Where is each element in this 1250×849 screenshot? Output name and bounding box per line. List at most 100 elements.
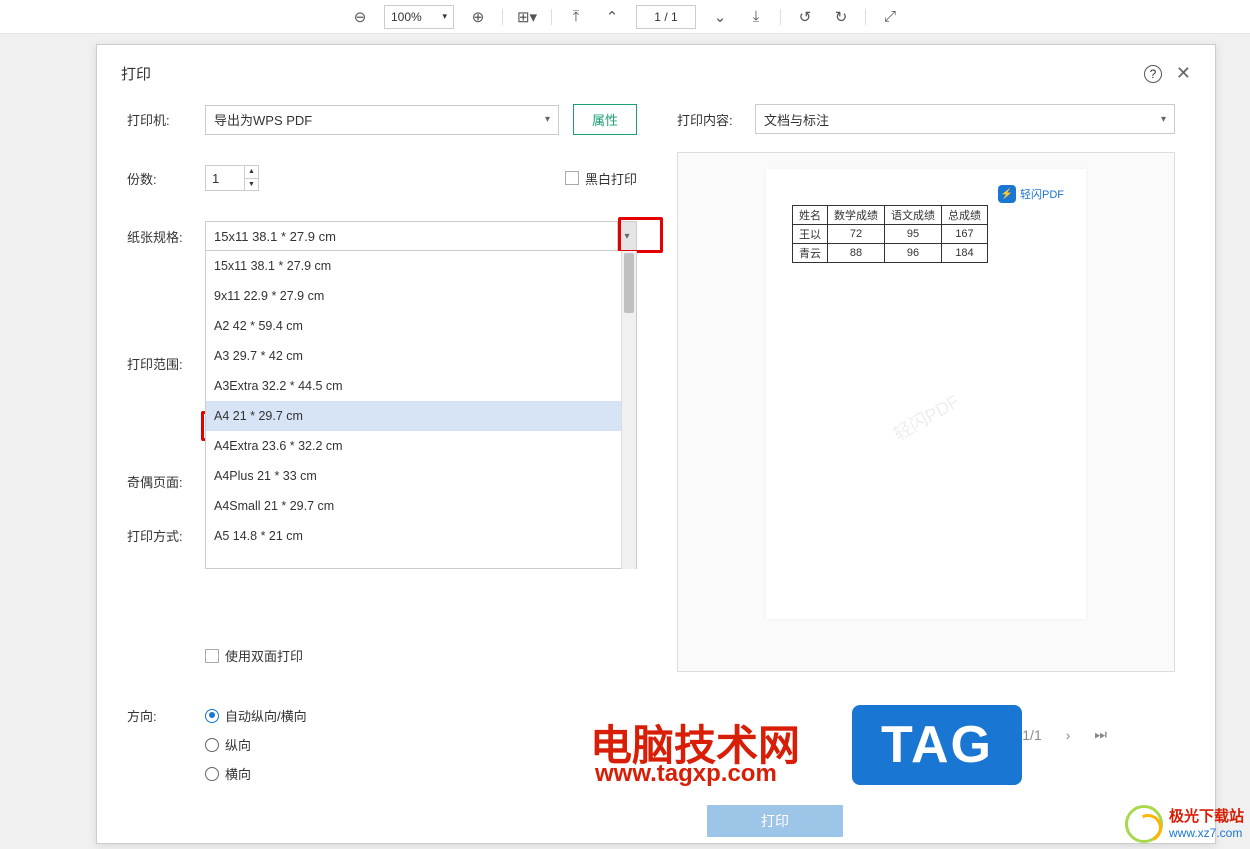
page-current: 1 [654,10,661,24]
print-content-value: 文档与标注 [764,110,829,129]
copies-input[interactable]: 1 [205,165,245,191]
copies-spinner[interactable]: ▲ ▼ [245,165,259,191]
pager-text: 1/1 [1022,727,1041,743]
app-badge: ⚡ 轻闪PDF [998,185,1064,203]
print-button[interactable]: 打印 [707,805,843,837]
duplex-checkbox[interactable]: 使用双面打印 [205,646,667,665]
copies-label: 份数: [127,169,205,188]
paper-option[interactable]: A3 29.7 * 42 cm [206,341,621,371]
printer-value: 导出为WPS PDF [214,110,312,129]
table-header-cell: 姓名 [793,206,828,225]
help-icon[interactable]: ? [1144,65,1162,83]
chevron-down-icon: ▾ [1161,114,1166,125]
separator [780,9,781,25]
printer-label: 打印机: [127,110,205,129]
table-cell: 青云 [793,244,828,263]
pager-next-icon[interactable]: › [1066,727,1071,743]
paper-size-dropdown[interactable]: 15x11 38.1 * 27.9 cm9x11 22.9 * 27.9 cmA… [205,251,637,569]
orientation-portrait-radio[interactable]: 纵向 [205,735,307,754]
table-cell: 96 [885,244,942,263]
radio-icon[interactable] [205,767,219,781]
logo-icon [1125,805,1163,843]
page-first-icon[interactable]: ⤒ [564,5,588,29]
top-toolbar: ⊖ 100% ▾ ⊕ ⊞▾ ⤒ ⌃ 1 / 1 ⌄ ⤓ ↺ ↻ ⤢ [0,0,1250,34]
paper-size-label: 纸张规格: [127,227,205,246]
settings-pane: 打印机: 导出为WPS PDF ▾ 属性 份数: 1 ▲ ▼ [97,94,667,843]
radio-icon[interactable] [205,709,219,723]
odd-even-label: 奇偶页面: [127,472,205,491]
footer-cn: 极光下载站 [1169,808,1244,826]
rotate-right-icon[interactable]: ↻ [829,5,853,29]
footer-text: 极光下载站 www.xz7.com [1169,808,1244,840]
paper-option[interactable]: 9x11 22.9 * 27.9 cm [206,281,621,311]
page-input[interactable]: 1 / 1 [636,5,696,29]
zoom-in-icon[interactable]: ⊕ [466,5,490,29]
page-next-icon[interactable]: ⌄ [708,5,732,29]
orientation-auto-label: 自动纵向/横向 [225,706,307,725]
page-last-icon[interactable]: ⤓ [744,5,768,29]
paper-option[interactable]: A5 14.8 * 21 cm [206,521,621,551]
paper-option[interactable]: A3Extra 32.2 * 44.5 cm [206,371,621,401]
zoom-value: 100% [391,10,422,24]
overlay-url-text: www.tagxp.com [595,760,777,788]
table-header-cell: 语文成绩 [885,206,942,225]
spinner-down-icon[interactable]: ▼ [245,179,258,191]
table-header-cell: 数学成绩 [828,206,885,225]
orientation-portrait-label: 纵向 [225,735,251,754]
table-row: 青云8896184 [793,244,988,263]
fullscreen-icon[interactable]: ⤢ [878,5,902,29]
chevron-down-icon: ▾ [442,11,447,22]
paper-option[interactable]: A2 42 * 59.4 cm [206,311,621,341]
footer-en: www.xz7.com [1169,826,1244,840]
preview-box: ⚡ 轻闪PDF 姓名数学成绩语文成绩总成绩王以7295167青云8896184 … [677,152,1175,672]
checkbox-icon[interactable] [565,171,579,185]
paper-option[interactable]: A4 21 * 29.7 cm [206,401,621,431]
separator [502,9,503,25]
table-cell: 95 [885,225,942,244]
watermark-text: 轻闪PDF [888,387,963,446]
paper-option[interactable]: 15x11 38.1 * 27.9 cm [206,251,621,281]
separator [551,9,552,25]
print-content-select[interactable]: 文档与标注 ▾ [755,104,1175,134]
table-cell: 184 [942,244,988,263]
table-row: 王以7295167 [793,225,988,244]
print-content-label: 打印内容: [677,110,755,129]
checkbox-icon[interactable] [205,649,219,663]
bw-print-checkbox[interactable]: 黑白打印 [565,169,637,188]
scroll-thumb[interactable] [624,253,634,313]
zoom-out-icon[interactable]: ⊖ [348,5,372,29]
table-cell: 王以 [793,225,828,244]
scrollbar[interactable] [621,251,636,569]
spinner-up-icon[interactable]: ▲ [245,166,258,179]
chevron-down-icon: ▾ [545,114,550,125]
orientation-label: 方向: [127,706,205,793]
printer-select[interactable]: 导出为WPS PDF ▾ [205,105,559,135]
orientation-landscape-label: 横向 [225,764,251,783]
properties-button[interactable]: 属性 [573,104,637,135]
dialog-header: 打印 ? ✕ [97,45,1215,94]
paper-option[interactable]: A4Small 21 * 29.7 cm [206,491,621,521]
page-prev-icon[interactable]: ⌃ [600,5,624,29]
overlay-tag-badge: TAG [852,705,1022,785]
zoom-select[interactable]: 100% ▾ [384,5,454,29]
rotate-left-icon[interactable]: ↺ [793,5,817,29]
paper-option[interactable]: A4Extra 23.6 * 32.2 cm [206,431,621,461]
orientation-auto-radio[interactable]: 自动纵向/横向 [205,706,307,725]
orientation-landscape-radio[interactable]: 横向 [205,764,307,783]
pager-last-icon[interactable]: ⏭ [1094,726,1107,743]
table-cell: 72 [828,225,885,244]
paper-dropdown-button[interactable]: ▾ [617,221,637,251]
close-icon[interactable]: ✕ [1176,63,1191,84]
print-range-label: 打印范围: [127,354,205,373]
preview-page: ⚡ 轻闪PDF 姓名数学成绩语文成绩总成绩王以7295167青云8896184 … [766,169,1086,619]
copies-value: 1 [212,171,219,186]
page-total: 1 [671,10,678,24]
paper-size-select[interactable]: 15x11 38.1 * 27.9 cm [205,221,637,251]
dialog-title: 打印 [121,63,151,84]
preview-table: 姓名数学成绩语文成绩总成绩王以7295167青云8896184 [792,205,988,263]
paper-option[interactable]: A4Plus 21 * 33 cm [206,461,621,491]
footer-logo: 极光下载站 www.xz7.com [1125,805,1244,843]
lightning-icon: ⚡ [998,185,1016,203]
layout-grid-icon[interactable]: ⊞▾ [515,5,539,29]
radio-icon[interactable] [205,738,219,752]
